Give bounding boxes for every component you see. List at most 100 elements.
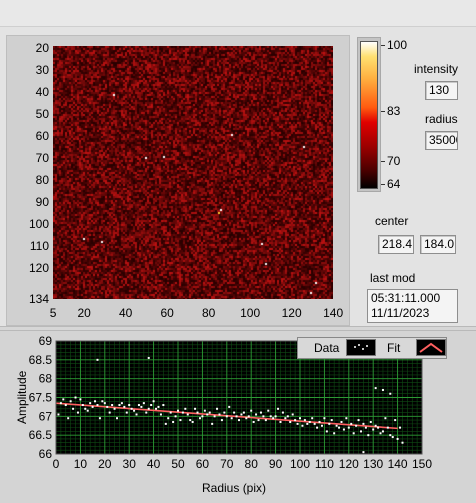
data-point <box>74 396 77 399</box>
image-y-tick: 50 <box>35 107 49 122</box>
colorbar-tick-mark <box>381 160 385 162</box>
x-tick-label: 20 <box>98 457 112 471</box>
data-point <box>155 407 158 410</box>
radius-value[interactable]: 35000 <box>425 131 458 150</box>
data-point <box>98 417 101 420</box>
x-tick-label: 140 <box>388 457 408 471</box>
image-x-tick: 5 <box>49 306 57 320</box>
data-point <box>225 415 228 418</box>
x-tick-label: 150 <box>412 457 432 471</box>
colorbar-tick: 100 <box>387 38 408 52</box>
data-point <box>325 430 328 433</box>
image-y-tick: 120 <box>28 261 49 276</box>
data-point <box>394 419 397 422</box>
data-point <box>245 417 248 420</box>
data-point <box>279 420 282 423</box>
data-point <box>377 426 380 429</box>
data-point <box>345 417 348 420</box>
data-point <box>269 415 272 418</box>
data-point <box>228 405 231 408</box>
x-tick-label: 100 <box>290 457 310 471</box>
intensity-image[interactable] <box>53 46 333 299</box>
colorbar-gradient[interactable] <box>360 41 378 189</box>
data-point <box>386 426 389 429</box>
data-point <box>186 413 189 416</box>
data-point <box>216 407 219 410</box>
data-point <box>296 422 299 425</box>
data-point <box>384 417 387 420</box>
data-point <box>203 409 206 412</box>
data-point <box>272 417 275 420</box>
data-point <box>235 415 238 418</box>
colorbar-tick: 83 <box>387 103 401 118</box>
data-point <box>79 398 82 401</box>
data-point <box>291 413 294 416</box>
legend-data-swatch[interactable] <box>346 339 376 356</box>
data-point <box>162 404 165 407</box>
data-point <box>335 424 338 427</box>
image-x-tick: 40 <box>118 306 133 320</box>
data-point <box>91 405 94 408</box>
image-x-tick: 140 <box>323 306 344 320</box>
data-point <box>381 388 384 391</box>
data-point <box>364 426 367 429</box>
data-point <box>86 409 89 412</box>
data-point <box>286 415 289 418</box>
data-point <box>76 411 79 414</box>
data-point <box>391 436 394 439</box>
center-x-value[interactable]: 218.4 <box>378 235 414 254</box>
x-tick-label: 60 <box>196 457 210 471</box>
data-point <box>172 420 175 423</box>
image-x-tick: 20 <box>77 306 91 320</box>
legend-data-label: Data <box>314 341 340 355</box>
intensity-value[interactable]: 130 <box>425 81 458 100</box>
data-point <box>333 432 336 435</box>
data-point <box>240 413 243 416</box>
y-tick-label: 66.5 <box>29 428 53 442</box>
data-point <box>284 417 287 420</box>
data-point <box>57 413 60 416</box>
data-point <box>299 417 301 420</box>
data-point <box>372 428 375 431</box>
legend-fit-label: Fit <box>387 341 401 355</box>
data-point <box>355 424 358 427</box>
data-point <box>330 419 333 422</box>
top-toolbar-strip <box>0 0 476 26</box>
colorbar-tick-mark <box>381 45 385 46</box>
image-y-tick: 100 <box>28 217 49 232</box>
image-y-tick: 60 <box>35 129 49 144</box>
data-point <box>147 356 150 359</box>
center-y-value[interactable]: 184.0 <box>420 235 456 254</box>
data-point <box>374 387 377 390</box>
data-point <box>259 411 262 414</box>
data-point <box>196 411 199 414</box>
legend-fit-swatch[interactable] <box>416 339 446 356</box>
center-label: center <box>375 214 409 228</box>
data-point <box>125 411 128 414</box>
data-point <box>147 407 150 410</box>
data-point <box>177 409 179 412</box>
data-point <box>150 404 153 407</box>
data-point <box>313 422 316 425</box>
data-point <box>289 420 292 423</box>
x-tick-label: 10 <box>74 457 88 471</box>
data-point <box>194 407 197 410</box>
data-point <box>179 419 182 422</box>
data-point <box>230 417 233 420</box>
data-point <box>320 424 323 427</box>
data-point <box>238 419 240 422</box>
data-point <box>247 415 250 418</box>
data-point <box>167 417 170 420</box>
x-tick-label: 90 <box>269 457 283 471</box>
data-point <box>369 420 372 423</box>
data-point <box>101 400 104 403</box>
image-y-tick: 20 <box>35 41 49 56</box>
data-point <box>94 400 97 403</box>
data-point <box>308 420 311 423</box>
data-point <box>342 428 345 431</box>
data-point <box>316 426 319 429</box>
data-point <box>135 413 138 416</box>
x-tick-label: 0 <box>53 457 60 471</box>
data-point <box>181 411 184 414</box>
data-point <box>191 420 194 423</box>
